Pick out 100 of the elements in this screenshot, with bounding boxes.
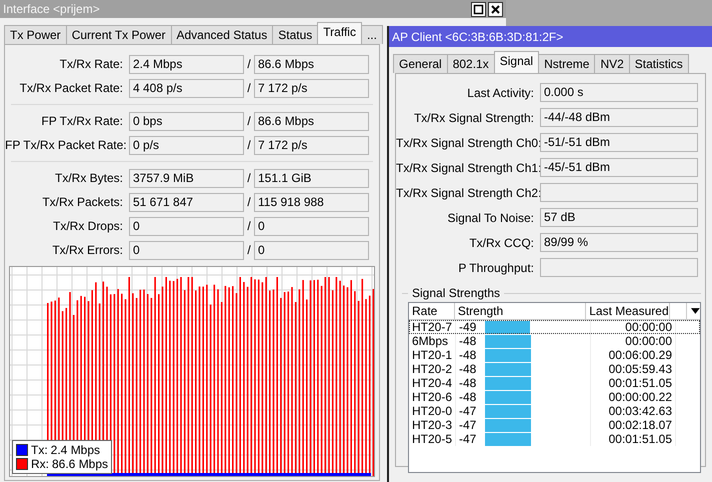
field-label: Tx/Rx Errors: bbox=[51, 243, 124, 257]
time-cell: 00:05:59.43 bbox=[591, 362, 676, 376]
field-label: Tx/Rx Signal Strength Ch2: bbox=[396, 186, 540, 200]
value-field: -44/-48 dBm bbox=[540, 108, 698, 127]
strength-value: -47 bbox=[459, 418, 478, 432]
time-cell: 00:00:00 bbox=[591, 320, 676, 334]
field-label: Tx/Rx Packets: bbox=[41, 195, 124, 209]
window-title: Interface <prijem> bbox=[3, 2, 100, 16]
tab[interactable]: ... bbox=[360, 25, 383, 44]
table-row[interactable]: HT20-4 -48 00:01:51.05 bbox=[409, 376, 700, 390]
value-field: 115 918 988 bbox=[254, 192, 369, 212]
strength-value: -47 bbox=[459, 432, 478, 446]
slash-separator: / bbox=[246, 57, 252, 71]
rate-cell: HT20-5 bbox=[409, 432, 456, 446]
field-label: Tx/Rx Signal Strength: bbox=[412, 110, 535, 124]
time-cell: 00:01:51.05 bbox=[591, 432, 676, 446]
field-label: Tx/Rx CCQ: bbox=[468, 236, 535, 250]
field-label: Tx/Rx Signal Strength Ch1: bbox=[396, 160, 540, 174]
rate-cell: HT20-4 bbox=[409, 376, 456, 390]
rate-cell: HT20-7 bbox=[409, 320, 456, 334]
rate-cell: HT20-2 bbox=[409, 362, 456, 376]
slash-separator: / bbox=[246, 81, 252, 95]
legend-label: Rx: bbox=[31, 457, 49, 471]
table-row[interactable]: HT20-2 -48 00:05:59.43 bbox=[409, 362, 700, 376]
tab[interactable]: Current Tx Power bbox=[66, 25, 172, 44]
strength-value: -47 bbox=[459, 404, 478, 418]
column-header[interactable]: Strength bbox=[454, 303, 586, 319]
strength-value: -48 bbox=[459, 334, 478, 348]
time-cell: 00:03:42.63 bbox=[591, 404, 676, 418]
value-field: 0 bps bbox=[129, 112, 244, 130]
time-cell: 00:01:51.05 bbox=[591, 376, 676, 390]
value-field: 0 bbox=[254, 240, 369, 260]
rate-cell: HT20-6 bbox=[409, 390, 456, 404]
value-field: 89/99 % bbox=[540, 233, 698, 252]
slash-separator: / bbox=[246, 138, 252, 152]
value-field: 86.6 Mbps bbox=[254, 54, 369, 74]
table-row[interactable]: HT20-7 -49 00:00:00 bbox=[409, 320, 700, 334]
tab[interactable]: General bbox=[393, 54, 448, 73]
value-field: 2.4 Mbps bbox=[129, 54, 244, 74]
value-field: 51 671 847 bbox=[129, 192, 244, 212]
value-field: 0 p/s bbox=[129, 136, 244, 154]
field-label: Tx/Rx Bytes: bbox=[54, 171, 124, 185]
strength-value: -48 bbox=[459, 348, 478, 362]
field-label: P Throughput: bbox=[457, 260, 535, 274]
table-row[interactable]: HT20-3 -47 00:02:18.07 bbox=[409, 418, 700, 432]
column-header[interactable]: Last Measured bbox=[586, 303, 670, 319]
strength-value: -48 bbox=[459, 376, 478, 390]
tab[interactable]: Tx Power bbox=[4, 25, 67, 44]
tab[interactable]: 802.1x bbox=[446, 54, 495, 73]
field-label: Signal To Noise: bbox=[446, 210, 535, 224]
value-field: 57 dB bbox=[540, 208, 698, 227]
value-field: -51/-51 dBm bbox=[540, 133, 698, 152]
value-field: 151.1 GiB bbox=[254, 168, 369, 188]
value-field: 0 bbox=[129, 216, 244, 236]
dropdown-arrow-icon[interactable] bbox=[691, 308, 700, 314]
table-row[interactable]: HT20-0 -47 00:03:42.63 bbox=[409, 404, 700, 418]
field-label: FP Tx/Rx Rate: bbox=[40, 114, 124, 128]
tab[interactable]: Traffic bbox=[317, 22, 362, 44]
time-cell: 00:00:00 bbox=[591, 334, 676, 348]
legend-label: Tx: bbox=[31, 443, 48, 457]
value-field: 86.6 Mbps bbox=[254, 112, 369, 130]
time-cell: 00:02:18.07 bbox=[591, 418, 676, 432]
table-row[interactable]: HT20-1 -48 00:06:00.29 bbox=[409, 348, 700, 362]
field-label: FP Tx/Rx Packet Rate: bbox=[5, 138, 128, 152]
tab[interactable]: Signal bbox=[494, 51, 540, 73]
value-field: 7 172 p/s bbox=[254, 78, 369, 98]
value-field: 0 bbox=[254, 216, 369, 236]
slash-separator: / bbox=[246, 243, 252, 257]
rate-cell: HT20-3 bbox=[409, 418, 456, 432]
field-label: Tx/Rx Rate: bbox=[58, 57, 124, 71]
value-field: 4 408 p/s bbox=[129, 78, 244, 98]
rate-cell: HT20-1 bbox=[409, 348, 456, 362]
value-field: 7 172 p/s bbox=[254, 136, 369, 154]
slash-separator: / bbox=[246, 114, 252, 128]
rate-cell: HT20-0 bbox=[409, 404, 456, 418]
time-cell: 00:00:00.22 bbox=[591, 390, 676, 404]
tab[interactable]: Advanced Status bbox=[170, 25, 274, 44]
strength-value: -49 bbox=[459, 320, 478, 334]
table-row[interactable]: HT20-6 -48 00:00:00.22 bbox=[409, 390, 700, 404]
table-row[interactable]: 6Mbps -48 00:00:00 bbox=[409, 334, 700, 348]
group-title: Signal Strengths bbox=[412, 286, 500, 300]
slash-separator: / bbox=[246, 219, 252, 233]
field-label: Tx/Rx Drops: bbox=[52, 219, 124, 233]
table-row[interactable]: HT20-5 -47 00:01:51.05 bbox=[409, 432, 700, 446]
tab[interactable]: Status bbox=[272, 25, 318, 44]
strength-value: -48 bbox=[459, 362, 478, 376]
slash-separator: / bbox=[246, 195, 252, 209]
rate-cell: 6Mbps bbox=[409, 334, 456, 348]
tab[interactable]: Statistics bbox=[628, 54, 689, 73]
value-field: 0 bbox=[129, 240, 244, 260]
field-label: Tx/Rx Signal Strength Ch0: bbox=[396, 136, 540, 150]
tab[interactable]: Nstreme bbox=[538, 54, 596, 73]
tab[interactable]: NV2 bbox=[594, 54, 630, 73]
legend-value: 2.4 Mbps bbox=[50, 443, 100, 457]
column-header[interactable]: Rate bbox=[409, 303, 455, 319]
value-field: 0.000 s bbox=[540, 83, 698, 102]
field-label: Last Activity: bbox=[466, 86, 535, 100]
time-cell: 00:06:00.29 bbox=[591, 348, 676, 362]
field-label: Tx/Rx Packet Rate: bbox=[18, 81, 124, 95]
legend-value: 86.6 Mbps bbox=[52, 457, 108, 471]
